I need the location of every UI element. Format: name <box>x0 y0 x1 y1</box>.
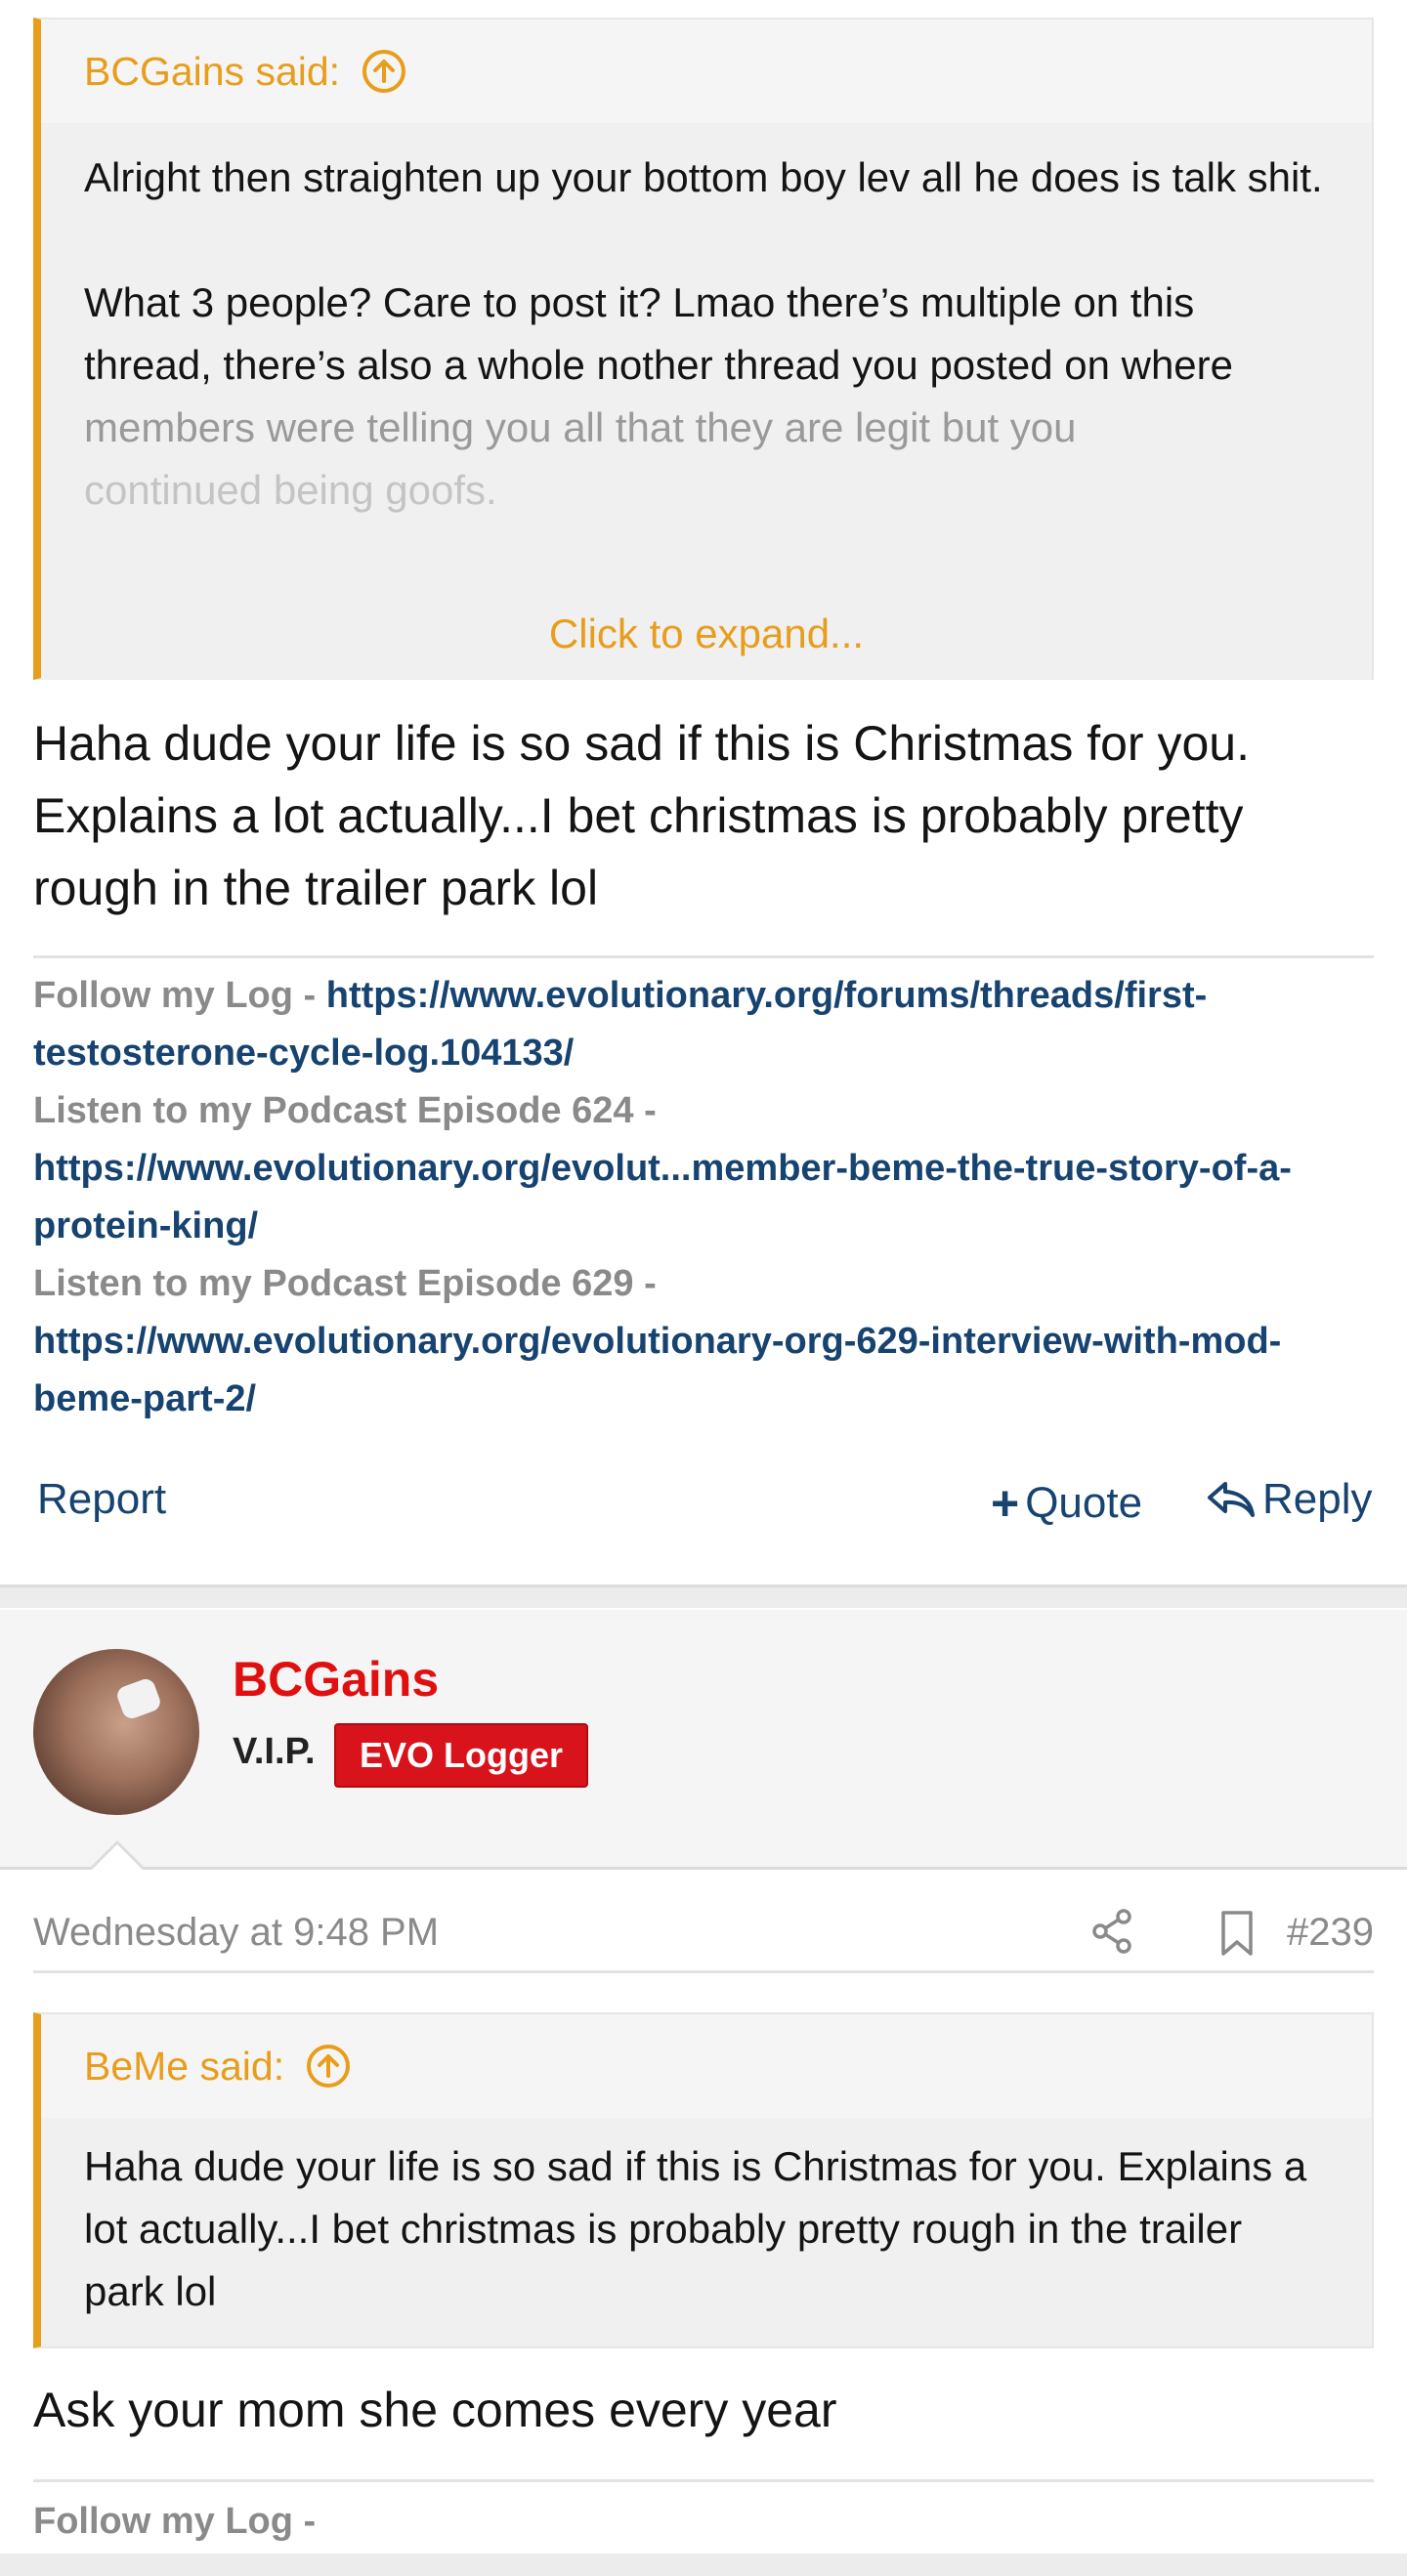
user-header: BCGains V.I.P. EVO Logger <box>0 1610 1407 1870</box>
signature-label: Listen to my Podcast Episode 624 - <box>33 1090 657 1131</box>
quote-paragraph: Alright then straighten up your bottom b… <box>84 154 1323 200</box>
report-button[interactable]: Report <box>37 1475 166 1524</box>
signature-divider <box>33 2479 1374 2482</box>
signature-divider <box>33 955 1374 958</box>
quote-paragraph: Haha dude your life is so sad if this is… <box>84 2143 1307 2314</box>
signature-label: Follow my Log - <box>33 2501 317 2542</box>
quote-content: Haha dude your life is so sad if this is… <box>41 2118 1372 2346</box>
signature: Follow my Log - <box>33 2493 1382 2551</box>
quote-paragraph: continued being goofs. <box>84 467 497 513</box>
quote-header[interactable]: BCGains said: <box>41 20 1372 123</box>
post-actions: Report + Quote Reply <box>33 1475 1374 1534</box>
post-divider <box>0 1584 1407 1608</box>
signature-label: Listen to my Podcast Episode 629 - <box>33 1263 657 1304</box>
quote-header[interactable]: BeMe said: <box>41 2014 1372 2118</box>
quote-author[interactable]: BeMe said: <box>84 2044 284 2090</box>
user-title: V.I.P. <box>233 1731 316 1772</box>
post-message: Haha dude your life is so sad if this is… <box>33 716 1250 915</box>
post-date[interactable]: Wednesday at 9:48 PM <box>33 1911 439 1955</box>
quote-button[interactable]: + Quote <box>991 1475 1142 1532</box>
quote-button-label: Quote <box>1025 1479 1143 1527</box>
quote-content: Alright then straighten up your bottom b… <box>41 123 1372 588</box>
quote-author[interactable]: BCGains said: <box>84 49 340 95</box>
post-meta: Wednesday at 9:48 PM #239 <box>33 1905 1374 1973</box>
reply-button-label: Reply <box>1262 1475 1373 1523</box>
signature-label: Follow my Log - <box>33 975 326 1016</box>
plus-icon: + <box>991 1476 1020 1531</box>
share-icon[interactable] <box>1087 1905 1139 1958</box>
click-to-expand-link[interactable]: Click to expand... <box>41 588 1372 680</box>
quote-block: BCGains said: Alright then straighten up… <box>33 18 1374 680</box>
username[interactable]: BCGains <box>233 1651 439 1708</box>
reply-icon <box>1208 1482 1255 1517</box>
signature-link[interactable]: https://www.evolutionary.org/evolut...me… <box>33 1148 1292 1246</box>
quote-block: BeMe said: Haha dude your life is so sad… <box>33 2012 1374 2348</box>
post-message: Ask your mom she comes every year <box>33 2383 837 2437</box>
reply-button[interactable]: Reply <box>1206 1475 1373 1524</box>
quote-paragraph: members were telling you all that they a… <box>84 404 1077 450</box>
user-badge: EVO Logger <box>334 1723 589 1788</box>
bottom-divider <box>0 2554 1407 2576</box>
bookmark-icon[interactable] <box>1215 1909 1258 1958</box>
arrow-up-circle-icon[interactable] <box>306 2044 351 2089</box>
avatar-patch <box>114 1676 163 1721</box>
arrow-up-circle-icon[interactable] <box>362 49 406 94</box>
post-number[interactable]: #239 <box>1287 1911 1374 1955</box>
avatar[interactable] <box>33 1649 199 1815</box>
header-pointer <box>92 1844 143 1870</box>
signature: Follow my Log - https://www.evolutionary… <box>33 967 1382 1428</box>
quote-paragraph: What 3 people? Care to post it? Lmao the… <box>84 279 1233 388</box>
signature-link[interactable]: https://www.evolutionary.org/evolutionar… <box>33 1321 1281 1419</box>
